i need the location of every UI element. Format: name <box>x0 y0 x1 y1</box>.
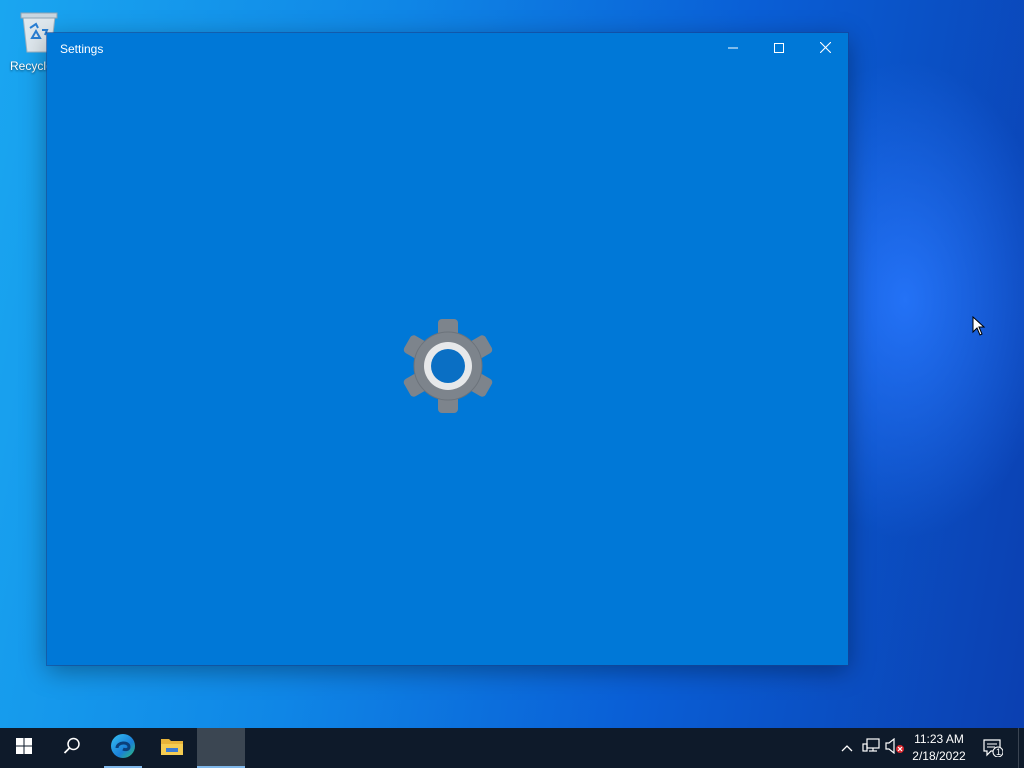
taskbar: 11:23 AM 2/18/2022 1 <box>0 728 1024 768</box>
settings-window[interactable]: Settings <box>47 33 848 665</box>
search-icon <box>63 737 81 760</box>
volume-muted-icon <box>885 737 905 759</box>
clock[interactable]: 11:23 AM 2/18/2022 <box>906 731 972 765</box>
clock-time: 11:23 AM <box>914 732 964 746</box>
mouse-cursor-icon <box>972 315 986 341</box>
folder-icon <box>161 737 183 760</box>
show-desktop-button[interactable] <box>1018 728 1024 768</box>
windows-logo-icon <box>16 737 32 759</box>
close-button[interactable] <box>802 33 848 65</box>
close-icon <box>819 40 831 58</box>
desktop: Recycle Settings 11:23 AM 2/18/2022 1 <box>0 0 1024 768</box>
file-explorer-taskbar-button[interactable] <box>148 728 196 768</box>
show-hidden-icons-button[interactable] <box>836 728 858 768</box>
action-center-button[interactable]: 1 <box>978 728 1008 768</box>
settings-taskbar-button[interactable] <box>197 728 245 768</box>
title-bar[interactable]: Settings <box>47 33 848 65</box>
chevron-up-icon <box>841 739 853 757</box>
network-button[interactable] <box>860 728 882 768</box>
gear-icon <box>398 318 498 414</box>
window-title: Settings <box>60 42 104 56</box>
volume-button[interactable] <box>884 728 906 768</box>
notification-count-badge: 1 <box>995 747 1001 757</box>
clock-date: 2/18/2022 <box>912 749 966 763</box>
edge-taskbar-button[interactable] <box>99 728 147 768</box>
start-button[interactable] <box>0 728 48 768</box>
maximize-icon <box>774 40 784 58</box>
network-icon <box>862 737 880 759</box>
maximize-button[interactable] <box>756 33 802 65</box>
search-button[interactable] <box>48 728 96 768</box>
minimize-icon <box>728 40 738 58</box>
minimize-button[interactable] <box>710 33 756 65</box>
edge-icon <box>110 733 136 764</box>
notification-icon: 1 <box>983 739 1003 757</box>
